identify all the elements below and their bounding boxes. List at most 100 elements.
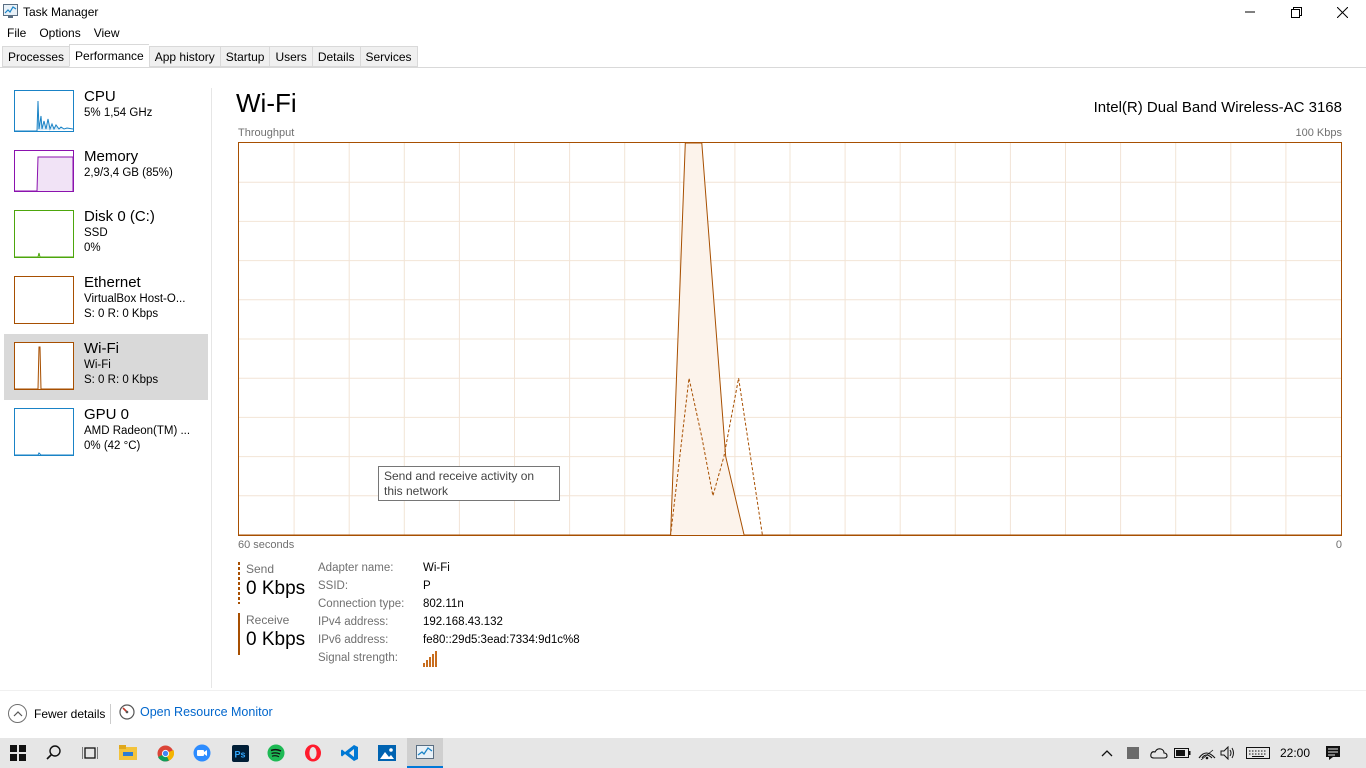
tab-startup[interactable]: Startup xyxy=(219,46,270,67)
property-value: 802.11n xyxy=(423,598,464,610)
sidebar-divider xyxy=(211,88,212,688)
taskbar-zoom[interactable] xyxy=(184,738,220,768)
open-resource-monitor-link[interactable]: Open Resource Monitor xyxy=(119,704,273,720)
property-key: IPv4 address: xyxy=(318,616,389,628)
sidebar-item-disk[interactable]: Disk 0 (C:) SSD 0% xyxy=(4,202,208,268)
taskbar-opera[interactable] xyxy=(295,738,331,768)
notification-icon xyxy=(1326,746,1340,760)
close-button[interactable] xyxy=(1319,0,1365,24)
cloud-icon xyxy=(1150,748,1168,759)
start-button[interactable] xyxy=(0,738,36,768)
sidebar-ethernet-throughput: S: 0 R: 0 Kbps xyxy=(84,308,159,320)
send-label: Send xyxy=(246,562,275,576)
tray-volume[interactable] xyxy=(1220,738,1238,768)
signal-strength-icon xyxy=(423,651,439,670)
tab-performance[interactable]: Performance xyxy=(69,44,149,67)
taskbar-photoshop[interactable]: Ps xyxy=(222,738,258,768)
sidebar-cpu-name: CPU xyxy=(84,88,116,105)
tray-battery[interactable] xyxy=(1174,738,1192,768)
sidebar-gpu-model: AMD Radeon(TM) ... xyxy=(84,425,191,437)
property-key: Signal strength: xyxy=(318,652,398,664)
tab-processes[interactable]: Processes xyxy=(2,46,70,67)
vscode-icon xyxy=(341,745,358,761)
graph-min-label: 0 xyxy=(1335,539,1342,551)
search-button[interactable] xyxy=(36,738,72,768)
send-legend-line xyxy=(238,562,240,604)
taskbar-chrome[interactable] xyxy=(147,738,183,768)
sidebar-item-wifi[interactable]: Wi-Fi Wi-Fi S: 0 R: 0 Kbps xyxy=(4,334,208,400)
gpu-thumbnail xyxy=(14,408,74,456)
cpu-thumbnail xyxy=(14,90,74,132)
sidebar-disk-name: Disk 0 (C:) xyxy=(84,208,155,225)
adapter-model: Intel(R) Dual Band Wireless-AC 3168 xyxy=(1093,99,1342,116)
tab-bar: Processes Performance App history Startu… xyxy=(2,44,418,68)
taskbar-vscode[interactable] xyxy=(332,738,368,768)
property-value: P xyxy=(423,580,431,592)
taskbar-spotify[interactable] xyxy=(258,738,294,768)
search-icon xyxy=(46,745,61,760)
resource-sidebar: CPU 5% 1,54 GHz Memory 2,9/3,4 GB (85%) … xyxy=(4,82,208,466)
svg-text:Ps: Ps xyxy=(234,749,245,759)
keyboard-icon xyxy=(1246,747,1270,759)
restore-button[interactable] xyxy=(1273,0,1319,24)
receive-stat: Receive 0 Kbps xyxy=(238,613,313,655)
menu-file[interactable]: File xyxy=(0,24,26,44)
speaker-icon xyxy=(1220,746,1234,760)
task-view-icon xyxy=(82,747,98,759)
fewer-details-label: Fewer details xyxy=(34,706,106,721)
sidebar-memory-usage: 2,9/3,4 GB (85%) xyxy=(84,167,173,179)
page-title: Wi-Fi xyxy=(236,88,297,118)
task-manager-icon xyxy=(416,745,434,759)
property-value: Wi-Fi xyxy=(423,562,450,574)
task-view-button[interactable] xyxy=(72,738,108,768)
window-title: Task Manager xyxy=(23,5,99,19)
action-center-button[interactable] xyxy=(1325,738,1341,768)
taskbar-time: 22:00 xyxy=(1280,746,1311,760)
taskbar-task-manager[interactable] xyxy=(407,738,443,768)
photoshop-icon: Ps xyxy=(231,744,249,762)
sidebar-item-cpu[interactable]: CPU 5% 1,54 GHz xyxy=(4,82,208,142)
task-manager-icon xyxy=(3,4,18,18)
sidebar-gpu-usage: 0% (42 °C) xyxy=(84,440,141,452)
opera-icon xyxy=(305,744,321,762)
property-value: fe80::29d5:3ead:7334:9d1c%8 xyxy=(423,634,580,646)
fewer-details-button[interactable]: Fewer details xyxy=(8,704,105,723)
tray-clock[interactable]: 22:00 xyxy=(1280,738,1310,768)
sidebar-wifi-adapter: Wi-Fi xyxy=(84,359,111,371)
sidebar-wifi-name: Wi-Fi xyxy=(84,340,119,357)
footer-separator xyxy=(110,704,111,724)
tray-keyboard[interactable] xyxy=(1246,738,1270,768)
close-icon xyxy=(1336,6,1348,18)
minimize-button[interactable] xyxy=(1227,0,1273,24)
sidebar-wifi-throughput: S: 0 R: 0 Kbps xyxy=(84,374,159,386)
show-hidden-icons[interactable] xyxy=(1100,738,1114,768)
property-value: 192.168.43.132 xyxy=(423,616,503,628)
tab-users[interactable]: Users xyxy=(269,46,312,67)
sidebar-item-ethernet[interactable]: Ethernet VirtualBox Host-O... S: 0 R: 0 … xyxy=(4,268,208,334)
sidebar-ethernet-adapter: VirtualBox Host-O... xyxy=(84,293,186,305)
windows-logo-icon xyxy=(10,745,26,761)
tab-app-history[interactable]: App history xyxy=(148,46,220,67)
property-key: Adapter name: xyxy=(318,562,394,574)
minimize-icon xyxy=(1245,11,1255,13)
tab-details[interactable]: Details xyxy=(311,46,360,67)
tray-app-icon[interactable] xyxy=(1126,738,1140,768)
tab-services[interactable]: Services xyxy=(359,46,418,67)
sidebar-item-memory[interactable]: Memory 2,9/3,4 GB (85%) xyxy=(4,142,208,202)
menu-view[interactable]: View xyxy=(81,24,120,44)
title-bar: Task Manager xyxy=(0,0,1366,24)
receive-value: 0 Kbps xyxy=(246,629,306,650)
property-key: SSID: xyxy=(318,580,349,592)
taskbar-file-explorer[interactable] xyxy=(110,738,146,768)
tray-onedrive[interactable] xyxy=(1150,738,1168,768)
menu-bar: File Options View xyxy=(0,24,1366,44)
sidebar-item-gpu[interactable]: GPU 0 AMD Radeon(TM) ... 0% (42 °C) xyxy=(4,400,208,466)
sidebar-cpu-usage: 5% 1,54 GHz xyxy=(84,107,153,119)
restore-icon xyxy=(1290,6,1302,18)
menu-options[interactable]: Options xyxy=(26,24,80,44)
taskbar-photos[interactable] xyxy=(369,738,405,768)
open-resource-monitor-label: Open Resource Monitor xyxy=(140,705,273,719)
photos-icon xyxy=(378,745,396,761)
send-value: 0 Kbps xyxy=(246,578,306,599)
tray-network[interactable] xyxy=(1198,738,1216,768)
